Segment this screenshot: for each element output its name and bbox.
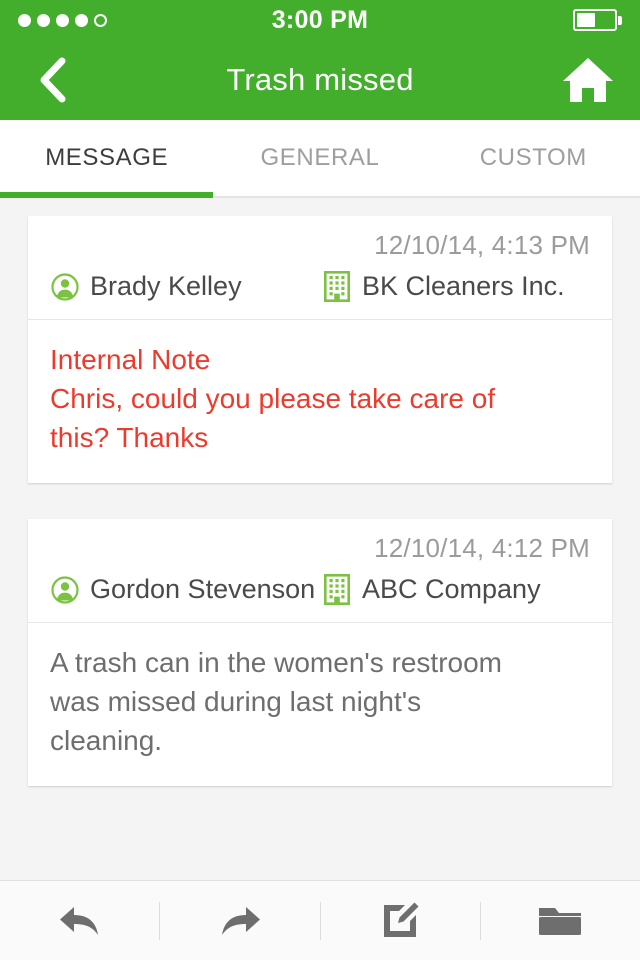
message-body-text: A trash can in the women's restroom was … (50, 647, 502, 756)
message-list[interactable]: 12/10/14, 4:13 PM Brady Kelley BK Cleane… (0, 198, 640, 880)
message-card[interactable]: 12/10/14, 4:13 PM Brady Kelley BK Cleane… (28, 216, 612, 483)
tab-custom-label: CUSTOM (479, 144, 587, 171)
message-card-body: A trash can in the women's restroom was … (28, 623, 612, 786)
status-bar: 3:00 PM (0, 0, 640, 40)
message-company-name: BK Cleaners Inc. (362, 271, 565, 301)
bottom-toolbar (0, 880, 640, 960)
navigation-bar: Trash missed (0, 40, 640, 120)
message-sender-name: Gordon Stevenson (90, 574, 316, 604)
folder-button[interactable] (481, 881, 640, 960)
page-title: Trash missed (226, 62, 414, 97)
message-sender-name: Brady Kelley (90, 271, 242, 301)
message-card-header: 12/10/14, 4:12 PM Gordon Stevenson ABC C… (28, 519, 612, 623)
message-company-name: ABC Company (362, 574, 541, 604)
message-company: ABC Company (322, 572, 590, 606)
message-timestamp: 12/10/14, 4:13 PM (374, 230, 590, 260)
message-timestamp: 12/10/14, 4:12 PM (374, 533, 590, 563)
app-screen: 3:00 PM Trash missed MESSAGE GENERAL CUS… (0, 0, 640, 960)
home-icon (563, 58, 613, 102)
compose-button[interactable] (321, 881, 480, 960)
tab-general-label: GENERAL (260, 144, 380, 171)
tab-message-label: MESSAGE (45, 144, 169, 171)
forward-arrow-icon (221, 906, 260, 935)
chevron-left-icon (40, 57, 66, 103)
tab-bar: MESSAGE GENERAL CUSTOM (0, 120, 640, 198)
tab-custom[interactable]: CUSTOM (427, 120, 640, 196)
message-card-header: 12/10/14, 4:13 PM Brady Kelley BK Cleane… (28, 216, 612, 320)
reply-arrow-icon (59, 906, 98, 935)
forward-button[interactable] (160, 881, 319, 960)
tab-general[interactable]: GENERAL (213, 120, 426, 196)
person-circle-icon (50, 572, 80, 605)
building-icon (322, 572, 352, 605)
home-button[interactable] (560, 52, 616, 108)
message-sender: Brady Kelley (50, 269, 322, 303)
back-button[interactable] (24, 52, 80, 108)
status-bar-time: 3:00 PM (271, 6, 369, 34)
person-circle-icon (50, 269, 80, 302)
message-card-body: Internal Note Chris, could you please ta… (28, 320, 612, 483)
message-card[interactable]: 12/10/14, 4:12 PM Gordon Stevenson ABC C… (28, 519, 612, 786)
battery-half-icon (573, 9, 622, 31)
message-body-text: Internal Note Chris, could you please ta… (50, 344, 496, 453)
folder-icon (539, 907, 582, 935)
compose-pencil-icon (384, 902, 419, 937)
building-icon (322, 269, 352, 302)
tab-message[interactable]: MESSAGE (0, 120, 214, 198)
message-sender: Gordon Stevenson (50, 572, 322, 606)
reply-button[interactable] (0, 881, 159, 960)
message-company: BK Cleaners Inc. (322, 269, 590, 303)
